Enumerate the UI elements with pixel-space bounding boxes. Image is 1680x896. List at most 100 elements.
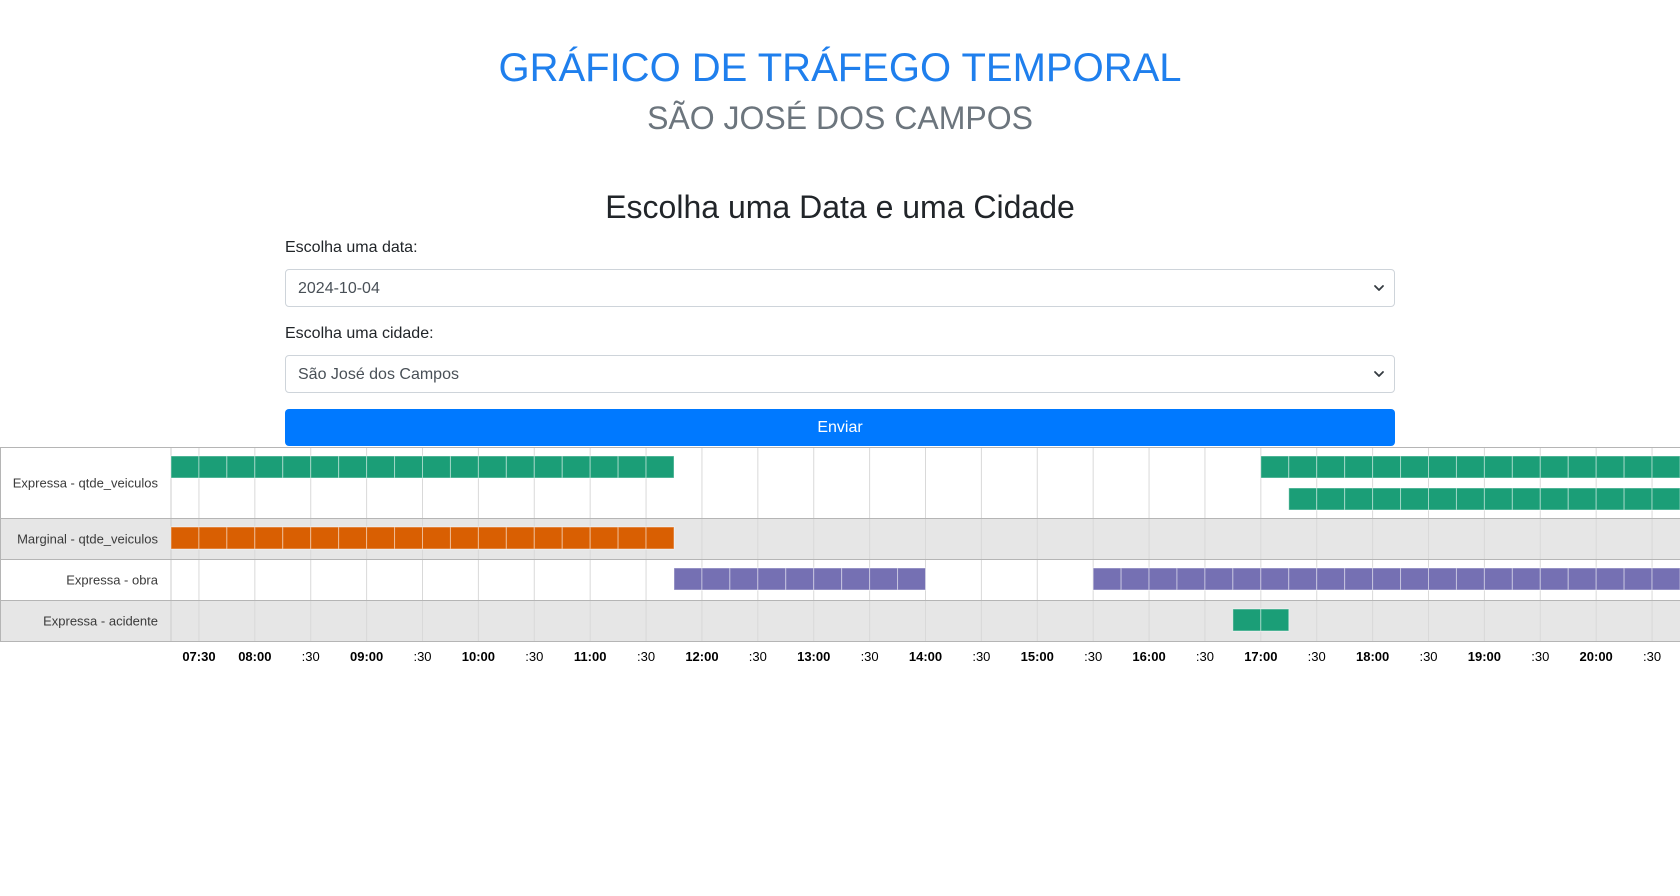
timeline-segment <box>1511 567 1541 591</box>
tick-label: 18:00 <box>1356 649 1389 664</box>
timeline-segment <box>1623 487 1653 511</box>
timeline-segment <box>282 526 312 550</box>
timeline-segment <box>1400 455 1429 479</box>
timeline-segment <box>1344 487 1374 511</box>
timeline-segment <box>310 526 340 550</box>
timeline-segment <box>338 455 368 479</box>
timeline-segment <box>1483 455 1513 479</box>
timeline-segment <box>561 455 591 479</box>
tick-label: :30 <box>1531 649 1549 664</box>
city-select-value: São José dos Campos <box>298 366 459 383</box>
timeline-segment <box>198 455 228 479</box>
page-subtitle: SÃO JOSÉ DOS CAMPOS <box>647 100 1033 136</box>
timeline-segment <box>1483 567 1513 591</box>
timeline-segment <box>1428 455 1457 479</box>
tick-label: :30 <box>861 649 879 664</box>
tick-label: :30 <box>1084 649 1102 664</box>
timeline-segment <box>366 526 396 550</box>
timeline-segment <box>701 567 731 591</box>
tick-label: :30 <box>1308 649 1326 664</box>
row-label: Expressa - acidente <box>43 614 158 629</box>
timeline-segment <box>1092 567 1122 591</box>
page-title: GRÁFICO DE TRÁFEGO TEMPORAL <box>498 46 1182 90</box>
tick-label: 09:00 <box>350 649 383 664</box>
timeline-segment <box>1595 487 1625 511</box>
timeline-segment <box>841 567 871 591</box>
timeline-segment <box>1455 455 1485 479</box>
tick-label: 11:00 <box>574 649 607 664</box>
timeline-segment <box>645 455 675 479</box>
timeline-segment <box>617 526 647 550</box>
tick-label: 13:00 <box>797 649 830 664</box>
tick-label: 17:00 <box>1244 649 1277 664</box>
timeline-segment <box>1623 455 1653 479</box>
timeline-segment <box>1260 567 1290 591</box>
timeline-segment <box>813 567 843 591</box>
timeline-segment <box>1288 487 1318 511</box>
timeline-segment <box>254 526 284 550</box>
timeline-segment <box>589 526 619 550</box>
timeline-segment <box>226 455 256 479</box>
tick-label: :30 <box>525 649 543 664</box>
date-label: Escolha uma data: <box>285 239 418 256</box>
timeline-segment <box>1567 455 1597 479</box>
timeline-segment <box>477 455 507 479</box>
timeline-segment <box>1260 455 1290 479</box>
tick-label: 08:00 <box>238 649 271 664</box>
tick-label: 16:00 <box>1132 649 1165 664</box>
timeline-segment <box>394 455 423 479</box>
timeline-segment <box>617 455 647 479</box>
tick-label: :30 <box>1643 649 1661 664</box>
timeline-chart: Expressa - qtde_veiculos Marginal - qtde_… <box>0 447 1680 664</box>
timeline-segment <box>1260 608 1290 632</box>
timeline-segment <box>1595 567 1625 591</box>
timeline-segment <box>645 526 675 550</box>
chevron-down-icon <box>1374 371 1384 377</box>
tick-label: 10:00 <box>462 649 495 664</box>
tick-label: :30 <box>972 649 990 664</box>
timeline-segment <box>1539 455 1569 479</box>
timeline-segment <box>1316 487 1346 511</box>
timeline-segment <box>1372 455 1402 479</box>
submit-button[interactable]: Enviar <box>285 409 1395 446</box>
timeline-segment <box>366 455 396 479</box>
timeline-segment <box>422 455 451 479</box>
timeline-segment <box>1567 567 1597 591</box>
tick-label: 20:00 <box>1580 649 1613 664</box>
date-select[interactable]: 2024-10-04 <box>285 269 1395 307</box>
timeline-segment <box>282 455 312 479</box>
timeline-segment <box>1651 455 1680 479</box>
timeline-segment <box>1372 567 1402 591</box>
timeline-segment <box>1595 455 1625 479</box>
row-label: Marginal - qtde_veiculos <box>17 532 158 547</box>
timeline-segment <box>505 455 535 479</box>
timeline-segment <box>1232 608 1262 632</box>
date-select-value: 2024-10-04 <box>298 280 380 297</box>
timeline-segment <box>1623 567 1653 591</box>
tick-label: 15:00 <box>1021 649 1054 664</box>
timeline-segment <box>673 567 703 591</box>
timeline-segment <box>1539 487 1569 511</box>
timeline-segment <box>1344 455 1374 479</box>
timeline-segment <box>1288 567 1318 591</box>
timeline-segment <box>1483 487 1513 511</box>
chevron-down-icon <box>1374 285 1384 291</box>
timeline-segment <box>897 567 926 591</box>
timeline-segment <box>729 567 759 591</box>
timeline-segment <box>1288 455 1318 479</box>
timeline-segment <box>1204 567 1234 591</box>
timeline-segment <box>1511 487 1541 511</box>
timeline-segment <box>1400 567 1429 591</box>
timeline-segment <box>1176 567 1206 591</box>
timeline-segment <box>1120 567 1150 591</box>
city-label: Escolha uma cidade: <box>285 325 434 342</box>
tick-label: 12:00 <box>685 649 718 664</box>
timeline-segment <box>1511 455 1541 479</box>
timeline-segment <box>170 455 200 479</box>
city-select[interactable]: São José dos Campos <box>285 355 1395 393</box>
timeline-segment <box>1372 487 1402 511</box>
timeline-segment <box>869 567 899 591</box>
timeline-segment <box>338 526 368 550</box>
tick-label: 19:00 <box>1468 649 1501 664</box>
timeline-segment <box>1539 567 1569 591</box>
